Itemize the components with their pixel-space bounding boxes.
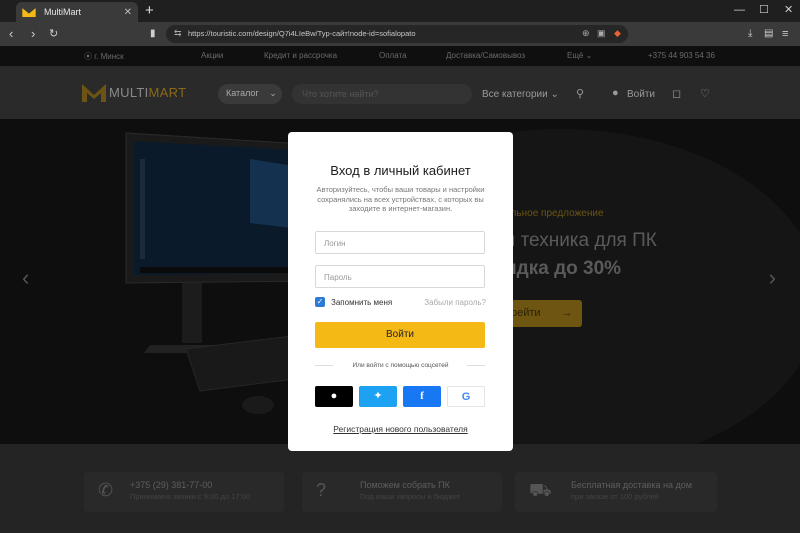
minimize-button[interactable]: — (734, 4, 745, 16)
twitter-login-button[interactable]: ✦ (359, 386, 397, 407)
promo-discount: идка до 30% (505, 258, 622, 279)
google-login-button[interactable]: G (447, 386, 485, 407)
logo-main: MULTI (109, 84, 149, 100)
feature-title: Бесплатная доставка на дом (571, 480, 692, 490)
facebook-login-button[interactable]: f (403, 386, 441, 407)
carousel-next-icon[interactable]: › (769, 265, 776, 291)
twitter-icon: ✦ (373, 390, 383, 402)
feature-subtitle: Принимаем звонки с 9:00 до 17:00 (130, 492, 250, 501)
logo-accent: MART (148, 84, 187, 100)
remember-checkbox[interactable]: ✓ (315, 297, 325, 307)
close-window-button[interactable]: ✕ (784, 4, 793, 16)
apple-icon: ● (330, 390, 338, 402)
site-settings-icon[interactable]: ⇆ (174, 28, 182, 39)
header-login-link[interactable]: Войти (627, 89, 655, 100)
remember-label: Запомнить меня (331, 298, 393, 307)
feature-subtitle: Под ваши запросы и бюджет (360, 492, 461, 501)
back-icon[interactable]: ‹ (9, 26, 13, 42)
shield-icon[interactable]: ◆ (614, 28, 621, 39)
login-submit-button[interactable]: Войти (315, 322, 485, 348)
link-payment[interactable]: Оплата (379, 51, 407, 60)
city-label: г. Минск (94, 52, 124, 61)
carousel-prev-icon[interactable]: ‹ (22, 265, 29, 291)
logo-text: MULTIMART (109, 85, 186, 100)
tab-title: MultiMart (44, 7, 82, 17)
promo-button-label: рейти (511, 307, 541, 319)
login-field[interactable]: Логин (315, 231, 485, 254)
feature-delivery: ⛟ Бесплатная доставка на дом при заказе … (515, 472, 717, 512)
modal-title: Вход в личный кабинет (330, 163, 471, 178)
question-icon: ? (316, 480, 327, 500)
truck-icon: ⛟ (529, 480, 552, 500)
forgot-password-link[interactable]: Забыли пароль? (424, 298, 486, 307)
apple-login-button[interactable]: ● (315, 386, 353, 407)
city-selector[interactable]: ⦿ г. Минск (84, 51, 124, 62)
forward-icon[interactable]: › (31, 26, 35, 42)
password-field[interactable]: Пароль (315, 265, 485, 288)
promo-title: я техника для ПК (505, 230, 657, 251)
menu-icon[interactable]: ≡ (782, 26, 788, 42)
feature-build-pc: ? Поможем собрать ПК Под ваши запросы и … (302, 472, 502, 512)
header-phone[interactable]: +375 44 903 54 36 (648, 51, 715, 60)
promo-subtitle: альное предложение (505, 208, 604, 219)
user-icon: ● (612, 87, 619, 99)
site-header: MULTIMART Каталог ⌄ Что хотите найти? Вс… (0, 66, 800, 119)
browser-toolbar: ‹ › ↻ ▮ ⇆ https://touristic.com/design/Q… (0, 22, 800, 46)
feature-title: +375 (29) 381-77-00 (130, 480, 213, 490)
arrow-right-icon: → (561, 307, 573, 319)
url-text: https://touristic.com/design/Q7i4LIeBw/T… (188, 29, 416, 38)
maximize-button[interactable]: ☐ (759, 4, 769, 16)
logo-mark-icon (82, 84, 106, 102)
phone-icon: ✆ (98, 480, 114, 500)
download-icon[interactable]: ⤓ (748, 26, 752, 42)
browser-tab[interactable]: MultiMart ✕ (16, 2, 138, 22)
favorites-icon[interactable]: ♡ (700, 87, 710, 100)
reload-icon[interactable]: ↻ (49, 26, 58, 42)
divider-right (467, 365, 485, 366)
modal-description: Авторизуйтесь, чтобы ваши товары и настр… (316, 185, 485, 213)
more-label: Ещё (567, 51, 584, 60)
screenshot-icon[interactable]: ▣ (597, 28, 606, 39)
catalog-label: Каталог (226, 88, 259, 98)
feature-title: Поможем собрать ПК (360, 480, 450, 490)
catalog-button[interactable]: Каталог ⌄ (218, 84, 282, 104)
all-categories-label: Все категории (482, 89, 548, 100)
zoom-icon[interactable]: ⊕ (582, 28, 590, 39)
register-link[interactable]: Регистрация нового пользователя (288, 424, 513, 434)
cart-icon[interactable]: ◻ (672, 87, 681, 100)
chevron-down-icon: ⌄ (269, 88, 277, 98)
multimart-logo-icon (22, 8, 36, 17)
tab-close-icon[interactable]: ✕ (124, 7, 132, 18)
google-icon: G (461, 391, 471, 403)
link-more[interactable]: Ещё ⌄ (567, 51, 592, 60)
site-logo[interactable]: MULTIMART (82, 82, 186, 102)
address-bar[interactable]: ⇆ https://touristic.com/design/Q7i4LIeBw… (166, 25, 628, 43)
new-tab-button[interactable]: + (145, 3, 154, 19)
features-row: ✆ +375 (29) 381-77-00 Принимаем звонки с… (0, 444, 800, 533)
top-info-bar: ⦿ г. Минск Акции Кредит и рассрочка Опла… (0, 46, 800, 66)
link-delivery[interactable]: Доставка/Самовывоз (446, 51, 525, 60)
link-promo[interactable]: Акции (201, 51, 223, 60)
login-modal: Вход в личный кабинет Авторизуйтесь, что… (288, 132, 513, 451)
feature-phone: ✆ +375 (29) 381-77-00 Принимаем звонки с… (84, 472, 284, 512)
link-credit[interactable]: Кредит и рассрочка (264, 51, 337, 60)
translate-icon[interactable]: ▤ (764, 26, 773, 42)
browser-tabbar: MultiMart ✕ + — ☐ ✕ (0, 0, 800, 22)
all-categories-select[interactable]: Все категории ⌄ (482, 89, 559, 100)
feature-subtitle: при заказе от 100 рублей (571, 492, 659, 501)
search-input[interactable]: Что хотите найти? (292, 84, 472, 104)
facebook-icon: f (420, 390, 424, 402)
search-icon[interactable]: ⚲ (576, 87, 584, 100)
bookmark-icon[interactable]: ▮ (150, 26, 156, 42)
